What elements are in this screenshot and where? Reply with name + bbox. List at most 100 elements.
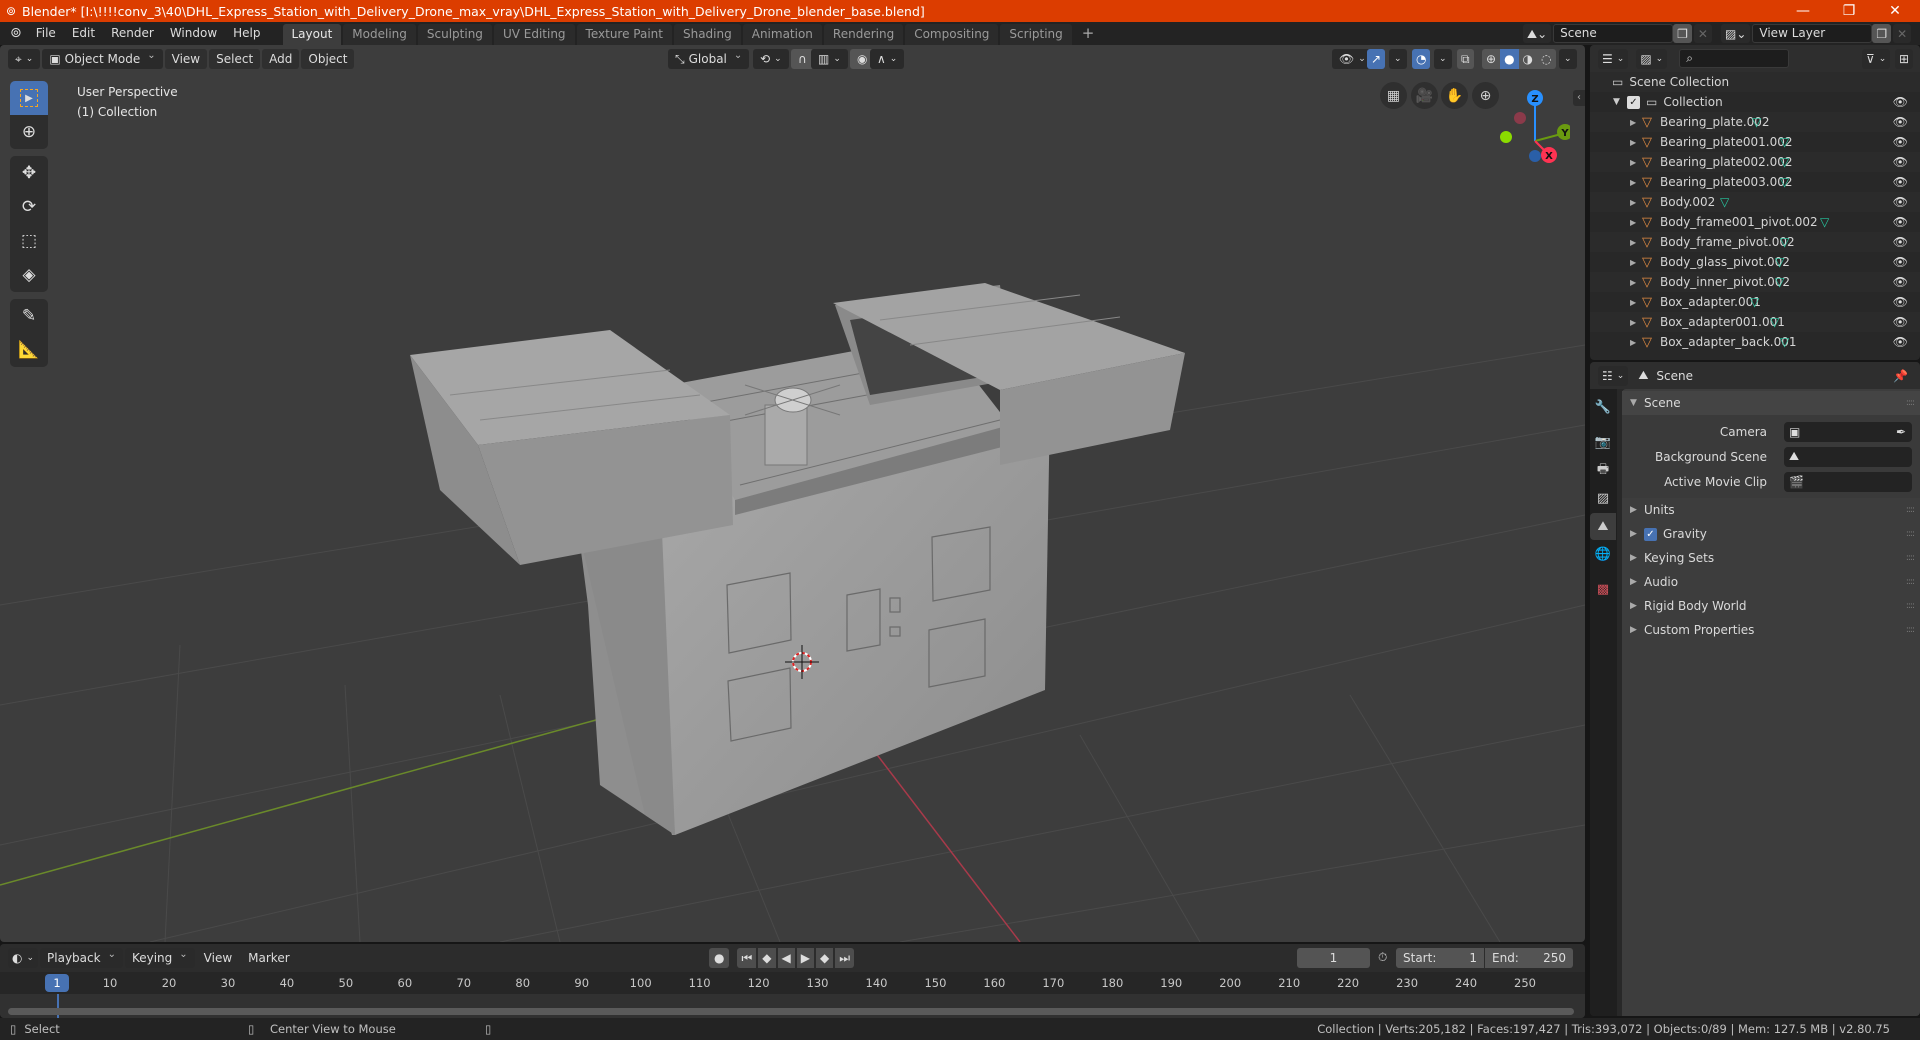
tab-scripting[interactable]: Scripting (1000, 24, 1072, 45)
outliner-object-row[interactable]: ▶ ▽ Box_adapter.001 ▽ 👁 (1590, 292, 1920, 312)
expand-arrow-icon[interactable]: ▶ (1630, 278, 1640, 287)
expand-arrow-icon[interactable]: ▶ (1630, 238, 1640, 247)
move-tool[interactable]: ✥ (10, 156, 48, 190)
prev-keyframe-button[interactable]: ◆ (758, 948, 776, 968)
expand-arrow-icon[interactable]: ▶ (1630, 178, 1640, 187)
xray-toggle[interactable]: ⧉ (1457, 49, 1474, 69)
outliner-object-row[interactable]: ▶ ▽ Body.002 ▽ 👁 (1590, 192, 1920, 212)
tab-texture[interactable]: ▩ (1590, 576, 1616, 603)
next-keyframe-button[interactable]: ◆ (816, 948, 834, 968)
outliner-object-row[interactable]: ▶ ▽ Body_frame001_pivot.002 ▽ 👁 (1590, 212, 1920, 232)
menu-help[interactable]: Help (225, 22, 268, 45)
navigation-gizmo[interactable]: Z Y X (1490, 85, 1570, 165)
camera-field[interactable]: ▣ ✒ (1784, 421, 1912, 442)
tab-world[interactable]: 🌐 (1590, 541, 1616, 568)
mesh-data-icon[interactable]: ▽ (1780, 335, 1789, 349)
pin-icon[interactable]: 📌 (1893, 369, 1908, 383)
audio-section[interactable]: ▶ Audio:::: (1622, 570, 1920, 594)
play-button[interactable]: ▶ (796, 948, 814, 968)
view-layer-field[interactable]: View Layer (1752, 24, 1873, 43)
expand-arrow-icon[interactable]: ▶ (1630, 198, 1640, 207)
tab-sculpting[interactable]: Sculpting (417, 24, 492, 45)
units-section[interactable]: ▶ Units:::: (1622, 498, 1920, 522)
mesh-data-icon[interactable]: ▽ (1720, 195, 1729, 209)
add-workspace-button[interactable]: + (1074, 22, 1103, 45)
expand-arrow-icon[interactable]: ▶ (1630, 318, 1640, 327)
eye-icon[interactable]: 👁 (1893, 335, 1908, 349)
eye-icon[interactable]: 👁 (1893, 135, 1908, 149)
3d-viewport[interactable]: ⌖⌄ ▣Object Mode View Select Add Object ⤡… (0, 45, 1585, 942)
editor-type-button[interactable]: ⌖ ⌄ (8, 49, 41, 69)
tab-tool[interactable]: 🔧 (1590, 394, 1616, 421)
frame-ruler[interactable]: 1 10 20 30 40 50 60 70 80 90 100 110 120 130 140 150 16… (0, 972, 1585, 994)
gravity-checkbox[interactable]: ✓ (1644, 527, 1657, 541)
eye-icon[interactable]: 👁 (1893, 255, 1908, 269)
eye-icon[interactable]: 👁 (1893, 155, 1908, 169)
expand-arrow-icon[interactable]: ▶ (1630, 138, 1640, 147)
outliner-object-row[interactable]: ▶ ▽ Box_adapter001.001 ▽ 👁 (1590, 312, 1920, 332)
mesh-data-icon[interactable]: ▽ (1820, 215, 1829, 229)
eyedropper-icon[interactable]: ✒ (1896, 425, 1906, 439)
menu-edit[interactable]: Edit (64, 22, 103, 45)
outliner-object-row[interactable]: ▶ ▽ Bearing_plate001.002 ▽ 👁 (1590, 132, 1920, 152)
mesh-data-icon[interactable]: ▽ (1775, 275, 1784, 289)
outliner-object-row[interactable]: ▶ ▽ Bearing_plate002.002 ▽ 👁 (1590, 152, 1920, 172)
neg-z-axis-ball[interactable] (1529, 150, 1541, 162)
menu-select[interactable]: Select (209, 49, 261, 69)
scene-collection-row[interactable]: ▭ Scene Collection (1590, 72, 1920, 92)
collection-checkbox[interactable]: ✓ (1627, 95, 1640, 109)
timeline-track[interactable] (0, 994, 1585, 1018)
scale-tool[interactable]: ⬚ (10, 224, 48, 258)
tab-uv-editing[interactable]: UV Editing (493, 24, 575, 45)
new-collection-button[interactable]: ⊞ (1895, 48, 1914, 69)
menu-add[interactable]: Add (262, 49, 300, 69)
drag-handle-icon[interactable]: :::: (1906, 601, 1915, 611)
playback-menu[interactable]: Playback (40, 948, 123, 968)
tab-modeling[interactable]: Modeling (343, 24, 416, 45)
keying-menu[interactable]: Keying (124, 948, 195, 968)
material-shading-icon[interactable]: ◑ (1518, 49, 1538, 69)
current-frame-indicator[interactable]: 1 (45, 974, 69, 992)
play-reverse-button[interactable]: ◀ (777, 948, 795, 968)
drag-handle-icon[interactable]: :::: (1906, 398, 1915, 408)
view-layer-icon[interactable]: ▨⌄ (1721, 24, 1751, 43)
eye-icon[interactable]: 👁 (1893, 295, 1908, 309)
eye-icon[interactable]: 👁 (1893, 195, 1908, 209)
mesh-data-icon[interactable]: ▽ (1752, 115, 1761, 129)
transform-tool[interactable]: ◈ (10, 258, 48, 292)
tab-scene[interactable]: ⛰ (1590, 513, 1616, 540)
cursor-tool[interactable]: ⊕ (10, 115, 48, 149)
tab-output[interactable]: 🖶 (1590, 457, 1616, 484)
drag-handle-icon[interactable]: :::: (1906, 625, 1915, 635)
tab-compositing[interactable]: Compositing (905, 24, 999, 45)
rotate-tool[interactable]: ⟳ (10, 190, 48, 224)
mesh-data-icon[interactable]: ▽ (1780, 155, 1789, 169)
gizmo-toggle[interactable]: ↗ (1367, 49, 1386, 69)
timeline-editor-type-button[interactable]: ◐ ⌄ (8, 948, 39, 968)
pivot-point-dropdown[interactable]: ⟲ ⌄ (753, 49, 789, 69)
menu-window[interactable]: Window (162, 22, 225, 45)
new-scene-icon[interactable]: ❐ (1673, 24, 1692, 43)
transform-orientation-dropdown[interactable]: ⤡ Global (668, 49, 750, 69)
gravity-section[interactable]: ▶ ✓ Gravity:::: (1622, 522, 1920, 546)
camera-view-button[interactable]: 🎥 (1411, 82, 1438, 109)
expand-arrow-icon[interactable]: ▶ (1630, 158, 1640, 167)
scene-icon[interactable]: ⛰⌄ (1523, 24, 1552, 43)
outliner-object-row[interactable]: ▶ ▽ Box_adapter_back.001 ▽ 👁 (1590, 332, 1920, 352)
menu-view[interactable]: View (164, 49, 208, 69)
blender-menu-icon[interactable]: ⊚ (0, 22, 28, 45)
mesh-data-icon[interactable]: ▽ (1780, 235, 1789, 249)
record-button[interactable]: ● (709, 948, 730, 968)
expand-arrow-icon[interactable]: ▼ (1613, 97, 1627, 107)
tab-texture-paint[interactable]: Texture Paint (576, 24, 672, 45)
pan-view-button[interactable]: ✋ (1441, 82, 1468, 109)
scene-name-field[interactable]: Scene (1553, 24, 1674, 43)
marker-menu[interactable]: Marker (241, 948, 296, 968)
mesh-data-icon[interactable]: ▽ (1780, 135, 1789, 149)
snap-target-dropdown[interactable]: ▥ ⌄ (811, 49, 848, 69)
custom-properties-section[interactable]: ▶ Custom Properties:::: (1622, 618, 1920, 642)
mode-dropdown[interactable]: ▣ Object Mode (42, 49, 163, 69)
current-frame-field[interactable]: 1 (1297, 948, 1370, 968)
scene-section-header[interactable]: ▼ Scene :::: (1622, 391, 1920, 415)
rigid-body-world-section[interactable]: ▶ Rigid Body World:::: (1622, 594, 1920, 618)
